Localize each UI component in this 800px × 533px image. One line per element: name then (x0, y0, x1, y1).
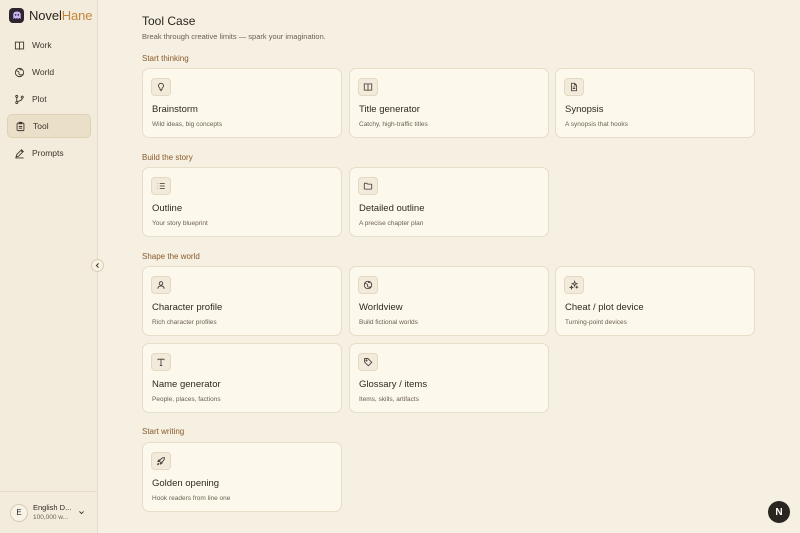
folder-icon (358, 177, 378, 195)
card-description: Rich character profiles (152, 319, 217, 326)
toolbox-icon (15, 121, 26, 132)
chevron-left-icon (95, 263, 99, 268)
app-name: NovelHane (29, 8, 93, 23)
tag-icon (358, 353, 378, 371)
card-title: Character profile (152, 302, 223, 313)
floating-action-button[interactable]: N (768, 501, 790, 523)
sidebar-item-label: Work (32, 40, 52, 50)
card-description: Wild ideas, big concepts (152, 121, 223, 128)
sidebar-item-prompts[interactable]: Prompts (7, 141, 91, 165)
account-word-count: 100,000 w... (33, 513, 69, 521)
tool-card-glossary-items[interactable]: Glossary / items Items, skills, artifact… (349, 343, 549, 413)
tool-card-cheat-plot-device[interactable]: Cheat / plot device Turning-point device… (555, 266, 755, 336)
card-description: Your story blueprint (152, 220, 208, 227)
account-switcher[interactable]: E English D... 100,000 w... (0, 491, 97, 533)
card-description: Hook readers from line one (152, 495, 231, 502)
card-title: Outline (152, 203, 183, 214)
tool-card-title-generator[interactable]: Title generator Catchy, high-traffic tit… (349, 68, 549, 138)
card-description: A precise chapter plan (359, 220, 424, 227)
branch-icon (14, 94, 25, 105)
tool-card-synopsis[interactable]: Synopsis A synopsis that hooks (555, 68, 755, 138)
sidebar-item-world[interactable]: World (7, 60, 91, 84)
card-title: Worldview (359, 302, 403, 313)
sidebar-item-label: Tool (33, 121, 49, 131)
sidebar-item-label: World (32, 67, 55, 77)
sidebar-item-label: Plot (32, 94, 47, 104)
sidebar-item-tool[interactable]: Tool (7, 114, 91, 138)
logo-mascot-icon (9, 8, 24, 23)
collapse-sidebar-button[interactable] (91, 259, 104, 272)
card-title: Golden opening (152, 478, 220, 489)
card-title: Brainstorm (152, 104, 198, 115)
card-title: Cheat / plot device (565, 302, 644, 313)
lightbulb-icon (151, 78, 171, 96)
card-title: Title generator (359, 104, 420, 115)
globe-icon (14, 67, 25, 78)
section-title-build-the-story: Build the story (142, 153, 193, 162)
tool-card-character-profile[interactable]: Character profile Rich character profile… (142, 266, 342, 336)
card-title: Name generator (152, 379, 221, 390)
card-description: People, places, factions (152, 396, 221, 403)
type-icon (151, 353, 171, 371)
rocket-icon (151, 452, 171, 470)
tool-card-detailed-outline[interactable]: Detailed outline A precise chapter plan (349, 167, 549, 237)
card-title: Synopsis (565, 104, 604, 115)
book-icon (14, 40, 25, 51)
tool-card-name-generator[interactable]: Name generator People, places, factions (142, 343, 342, 413)
section-title-start-thinking: Start thinking (142, 54, 189, 63)
pen-icon (14, 148, 25, 159)
card-description: A synopsis that hooks (565, 121, 628, 128)
globe-icon (358, 276, 378, 294)
section-title-start-writing: Start writing (142, 427, 185, 436)
card-title: Glossary / items (359, 379, 428, 390)
app-logo[interactable]: NovelHane (9, 8, 93, 23)
card-description: Turning-point devices (565, 319, 627, 326)
sidebar: NovelHane Work World Plot Tool Prompts E… (0, 0, 98, 533)
sidebar-item-label: Prompts (32, 148, 64, 158)
card-description: Catchy, high-traffic titles (359, 121, 428, 128)
card-description: Items, skills, artifacts (359, 396, 419, 403)
sidebar-nav: Work World Plot Tool Prompts (7, 33, 91, 168)
account-name: English D... (33, 502, 72, 512)
sidebar-item-plot[interactable]: Plot (7, 87, 91, 111)
section-title-shape-the-world: Shape the world (142, 252, 200, 261)
tool-card-worldview[interactable]: Worldview Build fictional worlds (349, 266, 549, 336)
document-icon (564, 78, 584, 96)
list-icon (151, 177, 171, 195)
user-icon (151, 276, 171, 294)
tool-card-outline[interactable]: Outline Your story blueprint (142, 167, 342, 237)
avatar: E (10, 503, 28, 522)
open-book-icon (358, 78, 378, 96)
card-description: Build fictional worlds (359, 319, 418, 326)
tool-card-brainstorm[interactable]: Brainstorm Wild ideas, big concepts (142, 68, 342, 138)
tool-card-golden-opening[interactable]: Golden opening Hook readers from line on… (142, 442, 342, 512)
card-title: Detailed outline (359, 203, 425, 214)
page-subtitle: Break through creative limits — spark yo… (142, 32, 326, 41)
chevron-down-icon (78, 509, 85, 516)
sparkles-icon (564, 276, 584, 294)
sidebar-item-work[interactable]: Work (7, 33, 91, 57)
page-title: Tool Case (142, 14, 196, 28)
